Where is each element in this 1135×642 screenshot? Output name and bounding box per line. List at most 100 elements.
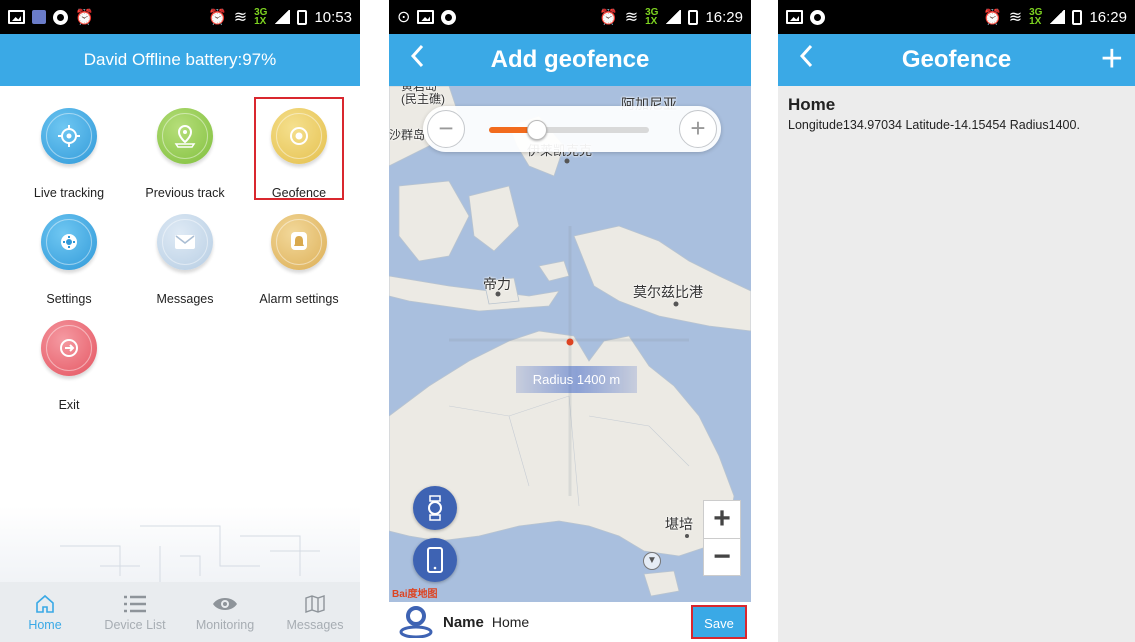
live-tracking-button[interactable]: Live tracking bbox=[14, 108, 124, 200]
app-icon bbox=[32, 10, 46, 24]
save-button[interactable]: Save bbox=[691, 605, 747, 639]
status-bar: ⊙ ⏰ ≋ 3G 1X 16:29 bbox=[389, 0, 751, 34]
image-icon bbox=[417, 10, 435, 24]
tab-messages[interactable]: Messages bbox=[270, 582, 360, 642]
radius-slider-bar: − + bbox=[423, 106, 721, 152]
device-status-title: David Offline battery:97% bbox=[83, 50, 277, 69]
home-screen: ⏰ ⏰ ≋ 3G 1X 10:53 David Offline battery:9… bbox=[0, 0, 360, 642]
map-label: 黄岩岛 (民主礁) bbox=[401, 86, 445, 106]
watch-location-button[interactable] bbox=[413, 486, 457, 530]
function-grid: Live tracking Previous track Geofence Se… bbox=[0, 86, 360, 596]
user-location-icon bbox=[399, 606, 433, 638]
watch-icon bbox=[428, 495, 442, 521]
tab-label: Monitoring bbox=[195, 618, 255, 632]
map-zoom-in-button[interactable]: + bbox=[704, 501, 740, 538]
map-label: 帝力 bbox=[483, 276, 511, 292]
battery-icon bbox=[297, 9, 308, 25]
clock: 16:29 bbox=[705, 8, 743, 26]
signal-icon: 3G 1X bbox=[1029, 7, 1043, 27]
name-bar: Name Home Save bbox=[389, 602, 751, 642]
cell-signal-icon bbox=[274, 10, 291, 24]
tab-monitoring[interactable]: Monitoring bbox=[180, 582, 270, 642]
alarm-clock-icon: ⏰ bbox=[75, 9, 94, 26]
radius-label: Radius 1400 m bbox=[516, 366, 637, 393]
alarm-clock-icon: ⏰ bbox=[599, 9, 618, 26]
decrease-radius-button[interactable]: − bbox=[427, 110, 465, 148]
geofence-list: Home Longitude134.97034 Latitude-14.1545… bbox=[778, 86, 1135, 141]
page-title: Add geofence bbox=[490, 46, 650, 73]
name-field[interactable]: Home bbox=[492, 614, 529, 630]
map-label: 堪培 bbox=[665, 516, 693, 532]
radius-slider[interactable] bbox=[489, 120, 649, 140]
tile-label: Settings bbox=[46, 292, 92, 306]
chevron-left-icon bbox=[799, 44, 813, 68]
geofence-name: Home bbox=[788, 95, 836, 114]
alarm-clock-icon: ⏰ bbox=[983, 9, 1002, 26]
crosshair-icon bbox=[41, 108, 97, 164]
signal-icon: 3G 1X bbox=[254, 7, 268, 27]
list-icon bbox=[90, 590, 180, 618]
chevron-left-icon bbox=[410, 44, 424, 68]
phone-icon bbox=[427, 547, 443, 573]
phone-location-button[interactable] bbox=[413, 538, 457, 582]
back-button[interactable] bbox=[792, 42, 820, 76]
tab-label: Device List bbox=[104, 618, 166, 632]
baidu-logo: Bai度地图 bbox=[392, 589, 438, 600]
tile-label: Exit bbox=[58, 398, 80, 412]
tab-label: Messages bbox=[286, 618, 344, 632]
geofence-list-screen: ⏰ ≋ 3G 1X 16:29 Geofence + Home Longitude… bbox=[778, 0, 1135, 642]
add-geofence-button[interactable]: + bbox=[1101, 39, 1123, 79]
map-zoom-control: + − bbox=[703, 500, 741, 576]
wifi-icon: ≋ bbox=[233, 9, 248, 26]
map-label: 沙群岛 bbox=[389, 128, 426, 142]
geofence-detail: Longitude134.97034 Latitude-14.15454 Rad… bbox=[788, 118, 1080, 132]
clock: 10:53 bbox=[314, 8, 352, 26]
status-bar: ⏰ ⏰ ≋ 3G 1X 10:53 bbox=[0, 0, 360, 34]
tab-home[interactable]: Home bbox=[0, 582, 90, 642]
geofence-highlight-box bbox=[254, 97, 344, 200]
eye-icon bbox=[180, 590, 270, 618]
exit-button[interactable]: Exit bbox=[14, 320, 124, 412]
radius-slider-handle[interactable] bbox=[527, 120, 547, 140]
alarm-settings-button[interactable]: Alarm settings bbox=[244, 214, 354, 306]
battery-icon bbox=[1072, 9, 1083, 25]
signal-icon: 3G 1X bbox=[645, 7, 659, 27]
app-header: Add geofence bbox=[389, 34, 751, 86]
app-header: David Offline battery:97% bbox=[0, 34, 360, 86]
increase-radius-button[interactable]: + bbox=[679, 110, 717, 148]
image-icon bbox=[8, 10, 25, 24]
status-bar: ⏰ ≋ 3G 1X 16:29 bbox=[778, 0, 1135, 34]
bell-icon bbox=[271, 214, 327, 270]
tile-label: Messages bbox=[156, 292, 214, 306]
tile-label: Alarm settings bbox=[259, 292, 339, 306]
list-item[interactable]: Home Longitude134.97034 Latitude-14.1545… bbox=[778, 86, 1135, 141]
map-pin-icon bbox=[157, 108, 213, 164]
tile-label: Live tracking bbox=[33, 186, 105, 200]
name-label: Name bbox=[443, 613, 484, 631]
exit-icon bbox=[41, 320, 97, 376]
location-icon: ⊙ bbox=[397, 9, 411, 26]
map-view[interactable]: 黄岩岛 (民主礁) 沙群岛 阿加尼亚 伊莱凯克克 帝力 莫尔兹比港 堪培 − +… bbox=[389, 86, 751, 602]
page-title: Geofence bbox=[901, 46, 1012, 73]
settings-button[interactable]: Settings bbox=[14, 214, 124, 306]
image-icon bbox=[786, 10, 803, 24]
back-button[interactable] bbox=[403, 42, 431, 76]
bottom-tab-bar: Home Device List Monitoring Messages bbox=[0, 582, 360, 642]
notification-icon bbox=[441, 9, 457, 25]
envelope-icon bbox=[157, 214, 213, 270]
notification-icon bbox=[810, 9, 825, 25]
tab-device-list[interactable]: Device List bbox=[90, 582, 180, 642]
previous-track-button[interactable]: Previous track bbox=[130, 108, 240, 200]
wifi-icon: ≋ bbox=[1008, 9, 1023, 26]
gear-icon bbox=[41, 214, 97, 270]
messages-button[interactable]: Messages bbox=[130, 214, 240, 306]
cell-signal-icon bbox=[1049, 10, 1066, 24]
compass-icon[interactable]: ▼ bbox=[643, 552, 661, 570]
tab-label: Home bbox=[28, 618, 62, 632]
notification-icon bbox=[53, 9, 68, 25]
map-zoom-out-button[interactable]: − bbox=[704, 538, 740, 575]
battery-icon bbox=[688, 9, 699, 25]
clock: 16:29 bbox=[1089, 8, 1127, 26]
map-icon bbox=[270, 590, 360, 618]
home-icon bbox=[0, 590, 90, 618]
